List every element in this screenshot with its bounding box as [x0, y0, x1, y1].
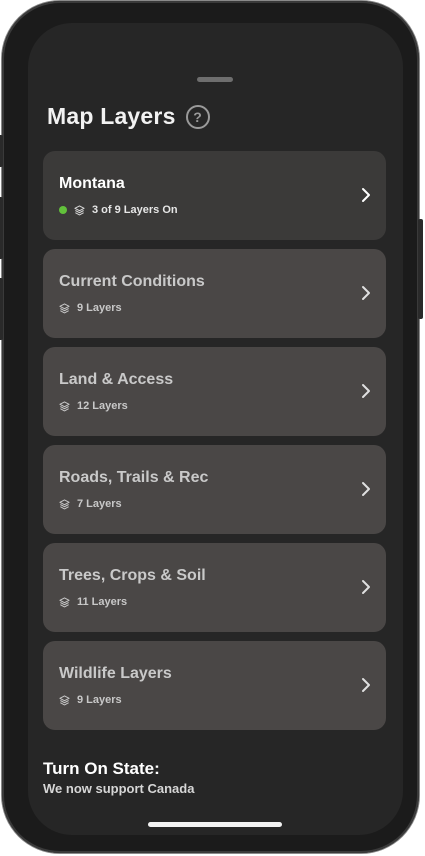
- turn-on-state-subtitle: We now support Canada: [43, 781, 195, 796]
- card-meta-text: 12 Layers: [77, 400, 128, 412]
- layer-group-card-roads-trails-rec[interactable]: Roads, Trails & Rec 7 Layers: [43, 445, 386, 534]
- home-indicator[interactable]: [148, 822, 282, 827]
- volume-up-button: [0, 197, 3, 259]
- card-title: Trees, Crops & Soil: [59, 567, 206, 584]
- layers-icon: [59, 694, 70, 705]
- chevron-right-icon: [362, 482, 370, 496]
- status-dot: [59, 206, 67, 214]
- card-title: Roads, Trails & Rec: [59, 469, 209, 486]
- chevron-right-icon: [362, 678, 370, 692]
- card-meta-text: 3 of 9 Layers On: [92, 204, 178, 216]
- card-title: Montana: [59, 175, 125, 192]
- header: Map Layers ?: [47, 103, 210, 130]
- sheet-grabber[interactable]: [197, 77, 233, 82]
- card-title: Wildlife Layers: [59, 665, 172, 682]
- layer-group-list: Montana 3 of 9 Layers On Current Conditi…: [43, 151, 386, 739]
- layers-icon: [59, 498, 70, 509]
- card-meta: 11 Layers: [59, 596, 127, 608]
- volume-down-button: [0, 278, 3, 340]
- layer-group-card-land-access[interactable]: Land & Access 12 Layers: [43, 347, 386, 436]
- chevron-right-icon: [362, 384, 370, 398]
- card-meta: 7 Layers: [59, 498, 122, 510]
- card-meta-text: 7 Layers: [77, 498, 122, 510]
- layer-group-card-montana[interactable]: Montana 3 of 9 Layers On: [43, 151, 386, 240]
- layers-icon: [59, 400, 70, 411]
- chevron-right-icon: [362, 580, 370, 594]
- page-title: Map Layers: [47, 103, 176, 129]
- turn-on-state-title[interactable]: Turn On State:: [43, 759, 160, 779]
- silent-switch: [0, 135, 3, 167]
- screen: Map Layers ? Montana 3 of 9 Layers On Cu…: [28, 23, 403, 835]
- card-meta-text: 11 Layers: [77, 596, 128, 608]
- layers-icon: [59, 596, 70, 607]
- card-meta: 9 Layers: [59, 694, 122, 706]
- layers-icon: [59, 302, 70, 313]
- chevron-right-icon: [362, 188, 370, 202]
- card-title: Current Conditions: [59, 273, 205, 290]
- layer-group-card-wildlife-layers[interactable]: Wildlife Layers 9 Layers: [43, 641, 386, 730]
- power-button: [418, 219, 423, 319]
- help-icon[interactable]: ?: [185, 104, 210, 129]
- card-meta-text: 9 Layers: [77, 302, 122, 314]
- card-meta: 12 Layers: [59, 400, 128, 412]
- card-meta-text: 9 Layers: [77, 694, 122, 706]
- layer-group-card-trees-crops-soil[interactable]: Trees, Crops & Soil 11 Layers: [43, 543, 386, 632]
- chevron-right-icon: [362, 286, 370, 300]
- layers-icon: [74, 204, 85, 215]
- card-meta: 9 Layers: [59, 302, 122, 314]
- layer-group-card-current-conditions[interactable]: Current Conditions 9 Layers: [43, 249, 386, 338]
- phone-frame: Map Layers ? Montana 3 of 9 Layers On Cu…: [0, 1, 423, 853]
- card-meta: 3 of 9 Layers On: [59, 204, 178, 216]
- card-title: Land & Access: [59, 371, 174, 388]
